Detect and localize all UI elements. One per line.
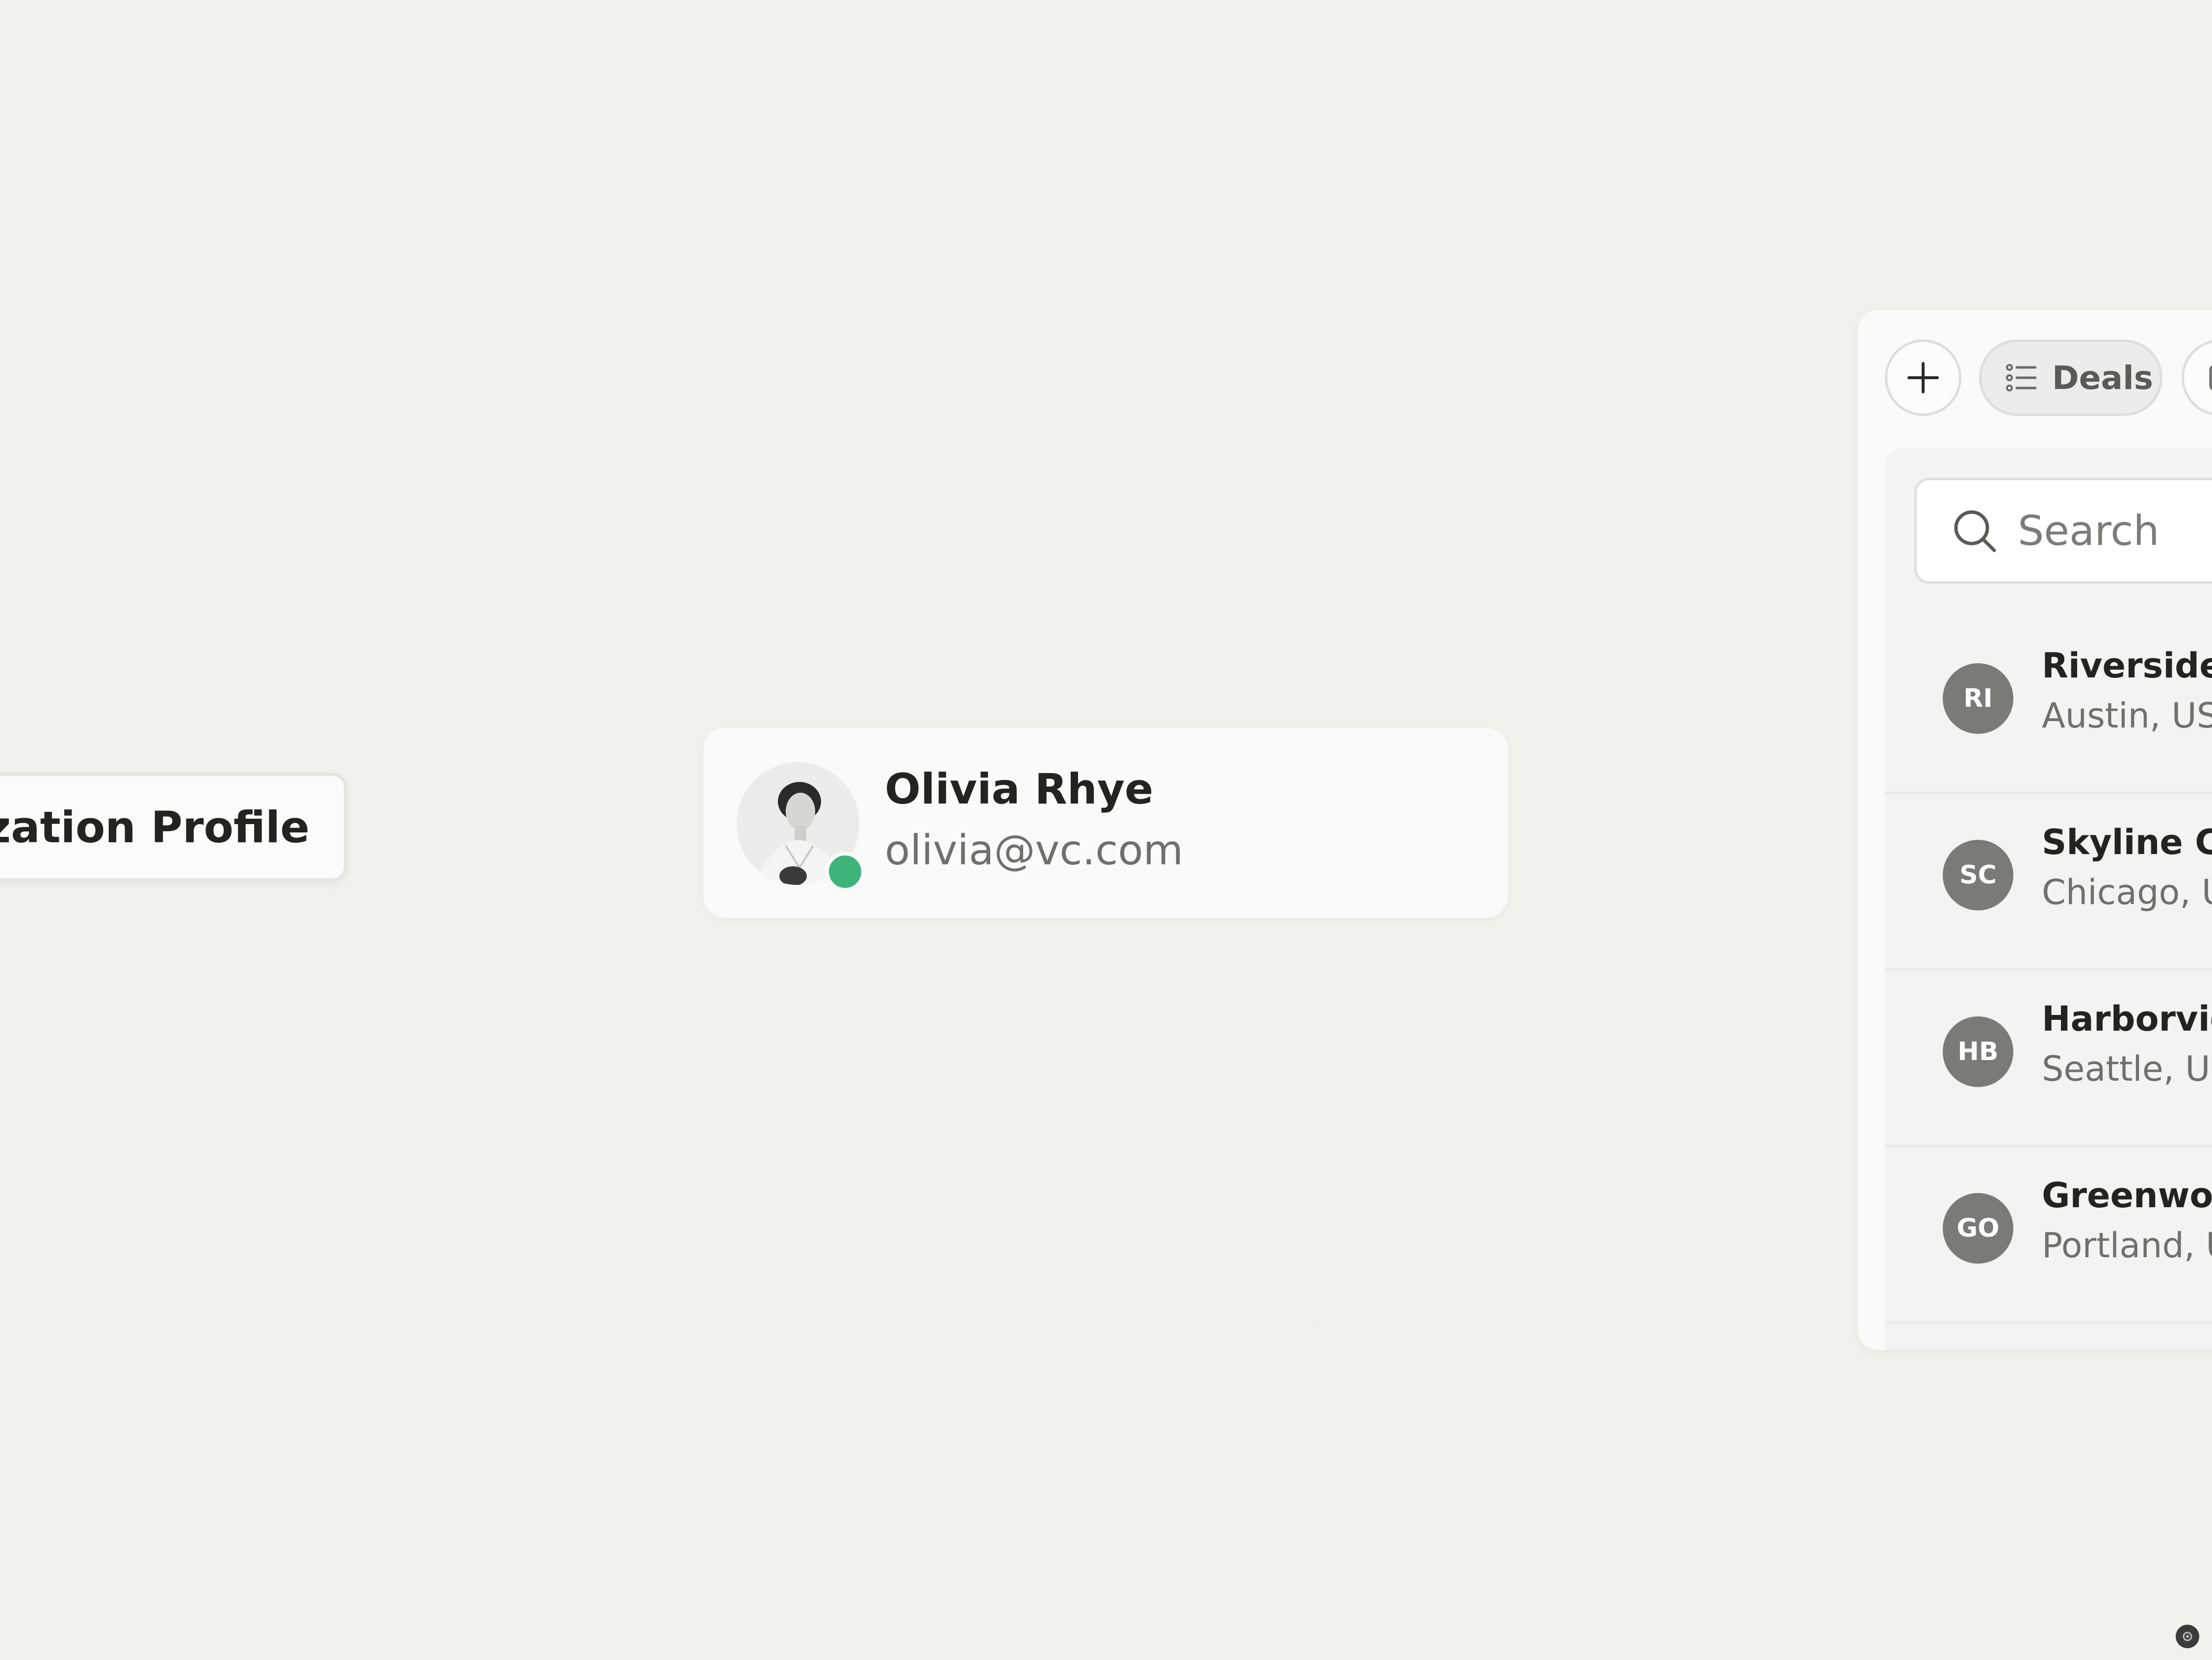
company-location: Chicago, U [2042, 872, 2212, 912]
user-email: olivia@vc.com [885, 826, 1183, 874]
list-item[interactable]: SC Skyline Co Chicago, U [1885, 792, 2212, 970]
tab-next[interactable] [2182, 339, 2212, 416]
list-item[interactable]: GO Greenwoo Portland, U [1885, 1145, 2212, 1323]
list-item[interactable]: HB Harborvie Seattle, US [1885, 968, 2212, 1147]
company-location: Seattle, US [2042, 1049, 2212, 1089]
app-canvas: nization Profile [0, 0, 2212, 1660]
company-initials-avatar: GO [1943, 1193, 2013, 1264]
deals-panel: Deals Search RI Riverside Austin, US SC … [1858, 310, 2212, 1350]
avatar-container [737, 762, 865, 892]
organization-profile-button[interactable]: nization Profile [0, 773, 347, 882]
ghost-placeholder [883, 1324, 1329, 1388]
company-initials-avatar: RI [1943, 663, 2013, 734]
list-item[interactable]: RI Riverside Austin, US [1885, 615, 2212, 794]
company-name: Greenwoo [2042, 1175, 2212, 1216]
company-initials-avatar: HB [1943, 1016, 2013, 1087]
company-initials-avatar: SC [1943, 840, 2013, 910]
company-location: Austin, US [2042, 696, 2212, 736]
settings-icon[interactable] [2176, 1625, 2199, 1648]
search-icon [1954, 510, 1996, 552]
calendar-icon [2209, 365, 2212, 390]
company-name: Harborvie [2042, 999, 2212, 1039]
company-name: Riverside [2042, 646, 2212, 686]
company-location: Portland, U [2042, 1225, 2212, 1266]
tab-deals[interactable]: Deals [1979, 339, 2162, 416]
search-input[interactable]: Search [1914, 478, 2212, 584]
online-status-dot [825, 852, 865, 892]
company-name: Skyline Co [2042, 822, 2212, 862]
company-list: Search RI Riverside Austin, US SC Skylin… [1885, 448, 2212, 1350]
organization-profile-label: nization Profile [0, 802, 309, 853]
plus-icon [1907, 362, 1939, 393]
list-icon [2006, 364, 2036, 391]
user-name: Olivia Rhye [885, 765, 1154, 814]
add-button[interactable] [1885, 339, 1961, 416]
user-profile-card[interactable]: Olivia Rhye olivia@vc.com [703, 728, 1508, 918]
search-placeholder: Search [2018, 507, 2160, 555]
gear-icon [2183, 1632, 2192, 1641]
tab-deals-label: Deals [2052, 359, 2153, 397]
